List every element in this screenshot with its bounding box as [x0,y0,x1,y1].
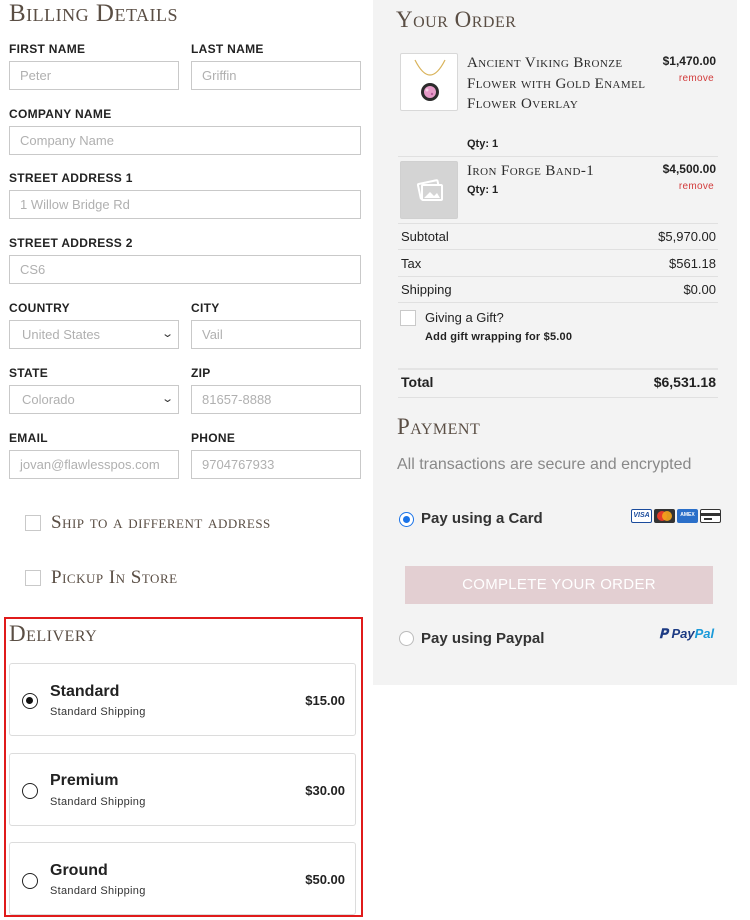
item-thumbnail[interactable] [400,161,458,219]
your-order-title: Your Order [396,7,517,32]
delivery-option-price: $50.00 [305,872,345,887]
visa-icon: VISA [631,509,652,523]
company-name-label: COMPANY NAME [9,107,112,121]
pickup-in-store-option[interactable]: Pickup In Store [25,567,178,589]
email-field[interactable]: jovan@flawlesspos.com [9,450,179,479]
divider [398,368,718,370]
delivery-option-premium[interactable]: Premium Standard Shipping $30.00 [9,753,356,826]
delivery-option-name: Ground [50,862,108,879]
delivery-option-price: $15.00 [305,693,345,708]
ship-different-address-checkbox[interactable] [25,515,41,531]
delivery-option-ground[interactable]: Ground Standard Shipping $50.00 [9,842,356,915]
phone-label: PHONE [191,431,236,445]
subtotal-value: $5,970.00 [658,229,716,244]
pay-paypal-label[interactable]: Pay using Paypal [421,630,544,647]
delivery-option-subtitle: Standard Shipping [50,796,146,808]
chevron-down-icon: ⌄ [160,393,174,405]
tax-value: $561.18 [669,256,716,271]
delivery-option-name: Premium [50,772,119,789]
pay-card-radio[interactable] [399,512,414,527]
divider [398,276,718,277]
gift-checkbox[interactable] [400,310,416,326]
ship-different-address-option[interactable]: Ship to a different address [25,512,271,534]
gift-wrapping-note: Add gift wrapping for $5.00 [425,331,573,343]
country-value: United States [22,327,101,342]
amex-icon: AMEX [677,509,698,523]
company-name-field[interactable]: Company Name [9,126,361,155]
delivery-title: Delivery [9,621,98,646]
mastercard-icon [654,509,675,523]
remove-item-link[interactable]: remove [679,73,714,84]
necklace-icon [414,59,446,101]
phone-field[interactable]: 9704767933 [191,450,361,479]
paypal-logo-text-b: Pal [694,626,715,641]
street-address-1-field[interactable]: 1 Willow Bridge Rd [9,190,361,219]
pickup-in-store-label: Pickup In Store [51,567,178,588]
state-select[interactable]: Colorado ⌄ [9,385,179,414]
first-name-field[interactable]: Peter [9,61,179,90]
order-item-price: $1,470.00 [662,54,716,68]
ship-different-address-label: Ship to a different address [51,512,271,533]
paypal-logo-icon: 𝐏 PayPal [659,626,715,641]
subtotal-label: Subtotal [401,229,449,244]
last-name-field[interactable]: Griffin [191,61,361,90]
email-label: EMAIL [9,431,48,445]
country-label: COUNTRY [9,301,70,315]
last-name-label: LAST NAME [191,42,264,56]
city-label: CITY [191,301,220,315]
tax-label: Tax [401,256,422,271]
pickup-in-store-checkbox[interactable] [25,570,41,586]
street-address-1-label: STREET ADDRESS 1 [9,171,133,185]
zip-label: ZIP [191,366,211,380]
state-label: STATE [9,366,49,380]
shipping-value: $0.00 [683,282,716,297]
delivery-radio-standard[interactable] [22,693,38,709]
zip-field[interactable]: 81657-8888 [191,385,361,414]
generic-card-icon [700,509,721,523]
billing-details-title: Billing Details [9,0,179,27]
delivery-option-subtitle: Standard Shipping [50,885,146,897]
order-item-qty: Qty: 1 [467,138,499,150]
first-name-label: FIRST NAME [9,42,86,56]
gift-label: Giving a Gift? [425,310,504,325]
paypal-logo-text-a: Pay [671,626,695,641]
pay-card-label[interactable]: Pay using a Card [421,510,543,527]
divider [398,302,718,303]
street-address-2-field[interactable]: CS6 [9,255,361,284]
order-item-name: Ancient Viking Bronze Flower with Gold E… [467,55,646,112]
complete-order-button[interactable]: COMPLETE YOUR ORDER [405,566,713,604]
divider [398,223,718,224]
street-address-2-label: STREET ADDRESS 2 [9,236,133,250]
divider [398,156,718,157]
payment-security-note: All transactions are secure and encrypte… [397,456,692,473]
total-value: $6,531.18 [653,374,716,390]
city-field[interactable]: Vail [191,320,361,349]
remove-item-link[interactable]: remove [679,181,714,192]
delivery-option-price: $30.00 [305,783,345,798]
order-item-price: $4,500.00 [662,162,716,176]
pay-paypal-radio[interactable] [399,631,414,646]
delivery-option-name: Standard [50,683,120,700]
delivery-option-standard[interactable]: Standard Standard Shipping $15.00 [9,663,356,736]
necklace-thumbnail[interactable] [400,53,458,111]
delivery-radio-ground[interactable] [22,873,38,889]
country-select[interactable]: United States ⌄ [9,320,179,349]
shipping-label: Shipping [401,282,452,297]
chevron-down-icon: ⌄ [160,328,174,340]
image-placeholder-icon [416,179,443,201]
delivery-option-subtitle: Standard Shipping [50,706,146,718]
delivery-radio-premium[interactable] [22,783,38,799]
order-item-qty: Qty: 1 [467,184,499,196]
payment-title: Payment [397,414,481,439]
divider [398,397,718,398]
state-value: Colorado [22,392,75,407]
order-item-name: Iron Forge Band-1 [467,163,595,179]
divider [398,249,718,250]
total-label: Total [401,374,434,390]
